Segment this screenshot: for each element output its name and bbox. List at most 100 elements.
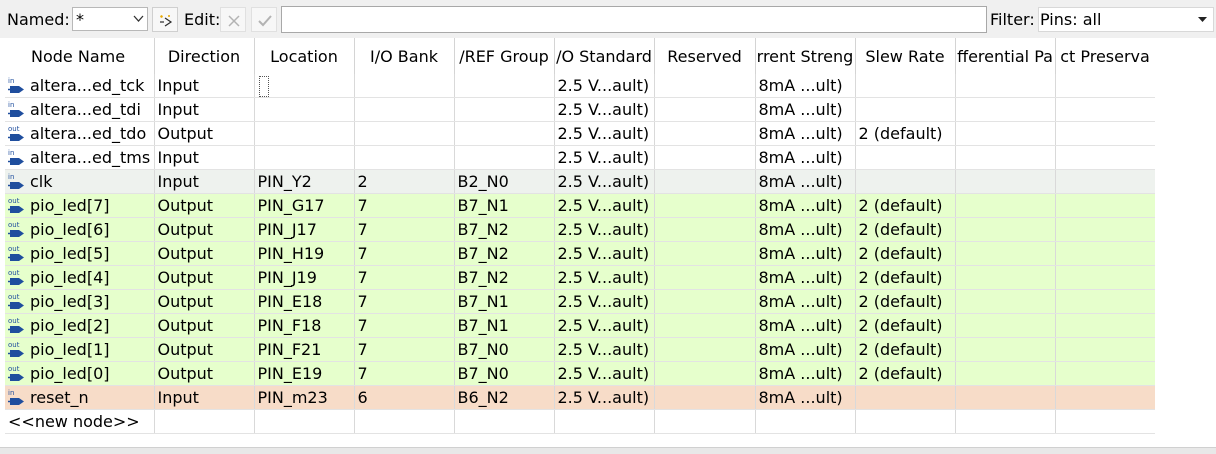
column-header-io-bank[interactable]: I/O Bank — [354, 38, 455, 74]
reserved-cell[interactable] — [654, 361, 756, 386]
slew-rate-cell[interactable]: 2 (default) — [855, 313, 956, 338]
new-node-cell[interactable]: <<new node>> — [5, 409, 155, 434]
io-bank-cell[interactable]: 7 — [354, 193, 455, 218]
direction-cell[interactable]: Output — [154, 313, 255, 338]
current-strength-cell[interactable]: 8mA ...ult) — [755, 217, 856, 242]
reserved-cell[interactable] — [654, 289, 756, 314]
location-cell[interactable] — [254, 145, 355, 170]
reserved-cell[interactable] — [654, 385, 756, 410]
current-strength-cell[interactable]: 8mA ...ult) — [755, 265, 856, 290]
io-standard-cell[interactable]: 2.5 V...ault) — [554, 313, 655, 338]
edit-accept-button[interactable] — [251, 7, 277, 32]
io-bank-cell[interactable]: 7 — [354, 337, 455, 362]
vref-group-cell[interactable] — [454, 145, 555, 170]
slew-rate-cell[interactable]: 2 (default) — [855, 289, 956, 314]
fast-preservation-cell[interactable] — [1055, 217, 1155, 242]
reserved-cell[interactable] — [654, 313, 756, 338]
vref-group-cell[interactable]: B7_N1 — [454, 193, 555, 218]
vref-group-cell[interactable]: B7_N0 — [454, 337, 555, 362]
vref-group-cell[interactable]: B6_N2 — [454, 385, 555, 410]
differential-pair-cell[interactable] — [955, 361, 1056, 386]
slew-rate-cell[interactable]: 2 (default) — [855, 121, 956, 146]
current-strength-cell[interactable]: 8mA ...ult) — [755, 313, 856, 338]
io-bank-cell[interactable] — [354, 97, 455, 122]
current-strength-cell[interactable]: 8mA ...ult) — [755, 169, 856, 194]
direction-cell[interactable]: Input — [154, 97, 255, 122]
vref-group-cell[interactable] — [454, 97, 555, 122]
io-bank-cell[interactable]: 7 — [354, 313, 455, 338]
direction-cell[interactable]: Output — [154, 337, 255, 362]
vref-group-cell[interactable]: B2_N0 — [454, 169, 555, 194]
io-bank-cell[interactable]: 2 — [354, 169, 455, 194]
differential-pair-cell[interactable] — [955, 385, 1056, 410]
reserved-cell[interactable] — [654, 241, 756, 266]
direction-cell[interactable]: Output — [154, 265, 255, 290]
column-header-reserved[interactable]: Reserved — [654, 38, 756, 74]
io-standard-cell[interactable]: 2.5 V...ault) — [554, 121, 655, 146]
current-strength-cell[interactable]: 8mA ...ult) — [755, 337, 856, 362]
table-row[interactable]: out pio_led[7] Output PIN_G17 7 B7_N1 2.5 V...… — [5, 193, 1155, 218]
differential-pair-cell[interactable] — [955, 241, 1056, 266]
node-name-cell[interactable]: out pio_led[3] — [5, 289, 155, 314]
fast-preservation-cell[interactable] — [1055, 241, 1155, 266]
fast-preservation-cell[interactable] — [1055, 97, 1155, 122]
location-cell[interactable]: PIN_F18 — [254, 313, 355, 338]
node-name-cell[interactable]: out altera...ed_tdo — [5, 121, 155, 146]
reserved-cell[interactable] — [654, 145, 756, 170]
table-row[interactable]: out pio_led[6] Output PIN_J17 7 B7_N2 2.5 V...… — [5, 217, 1155, 242]
location-cell[interactable]: PIN_E19 — [254, 361, 355, 386]
fast-preservation-cell[interactable] — [1055, 193, 1155, 218]
location-cell[interactable]: PIN_J17 — [254, 217, 355, 242]
slew-rate-cell[interactable]: 2 (default) — [855, 337, 956, 362]
node-name-cell[interactable]: out pio_led[2] — [5, 313, 155, 338]
current-strength-cell[interactable]: 8mA ...ult) — [755, 97, 856, 122]
differential-pair-cell[interactable] — [955, 217, 1056, 242]
location-cell[interactable]: PIN_J19 — [254, 265, 355, 290]
column-header-node-name[interactable]: Node Name — [5, 38, 155, 74]
table-row[interactable]: out pio_led[5] Output PIN_H19 7 B7_N2 2.5 V...… — [5, 241, 1155, 266]
table-row[interactable]: out pio_led[0] Output PIN_E19 7 B7_N0 2.5 V...… — [5, 361, 1155, 386]
vref-group-cell[interactable] — [454, 121, 555, 146]
differential-pair-cell[interactable] — [955, 121, 1056, 146]
location-cell[interactable]: PIN_m23 — [254, 385, 355, 410]
io-bank-cell[interactable]: 7 — [354, 361, 455, 386]
fast-preservation-cell[interactable] — [1055, 289, 1155, 314]
table-row[interactable]: out pio_led[1] Output PIN_F21 7 B7_N0 2.5 V...… — [5, 337, 1155, 362]
node-name-cell[interactable]: out pio_led[0] — [5, 361, 155, 386]
node-name-cell[interactable]: in altera...ed_tms — [5, 145, 155, 170]
node-name-cell[interactable]: out pio_led[5] — [5, 241, 155, 266]
table-row[interactable]: in altera...ed_tms Input 2.5 V...ault) 8mA .… — [5, 145, 1155, 170]
vref-group-cell[interactable]: B7_N2 — [454, 217, 555, 242]
slew-rate-cell[interactable] — [855, 97, 956, 122]
location-cell[interactable] — [254, 74, 355, 98]
location-cell[interactable] — [254, 97, 355, 122]
vref-group-cell[interactable] — [454, 74, 555, 98]
fast-preservation-cell[interactable] — [1055, 361, 1155, 386]
io-bank-cell[interactable] — [354, 145, 455, 170]
slew-rate-cell[interactable] — [855, 74, 956, 98]
table-row[interactable]: in reset_n Input PIN_m23 6 B6_N2 2.5 V...ault)… — [5, 385, 1155, 410]
io-bank-cell[interactable]: 7 — [354, 241, 455, 266]
differential-pair-cell[interactable] — [955, 265, 1056, 290]
reserved-cell[interactable] — [654, 193, 756, 218]
direction-cell[interactable]: Output — [154, 193, 255, 218]
fast-preservation-cell[interactable] — [1055, 313, 1155, 338]
column-header-io-standard[interactable]: /O Standard — [554, 38, 655, 74]
differential-pair-cell[interactable] — [955, 145, 1056, 170]
vref-group-cell[interactable]: B7_N1 — [454, 313, 555, 338]
io-standard-cell[interactable]: 2.5 V...ault) — [554, 145, 655, 170]
io-standard-cell[interactable]: 2.5 V...ault) — [554, 385, 655, 410]
reserved-cell[interactable] — [654, 121, 756, 146]
differential-pair-cell[interactable] — [955, 193, 1056, 218]
direction-cell[interactable]: Output — [154, 289, 255, 314]
io-bank-cell[interactable]: 7 — [354, 217, 455, 242]
io-standard-cell[interactable]: 2.5 V...ault) — [554, 265, 655, 290]
current-strength-cell[interactable]: 8mA ...ult) — [755, 241, 856, 266]
current-strength-cell[interactable]: 8mA ...ult) — [755, 289, 856, 314]
edit-input[interactable] — [281, 6, 987, 33]
slew-rate-cell[interactable]: 2 (default) — [855, 241, 956, 266]
node-name-cell[interactable]: in clk — [5, 169, 155, 194]
node-name-cell[interactable]: out pio_led[6] — [5, 217, 155, 242]
assignment-wizard-button[interactable] — [152, 7, 178, 32]
slew-rate-cell[interactable]: 2 (default) — [855, 265, 956, 290]
